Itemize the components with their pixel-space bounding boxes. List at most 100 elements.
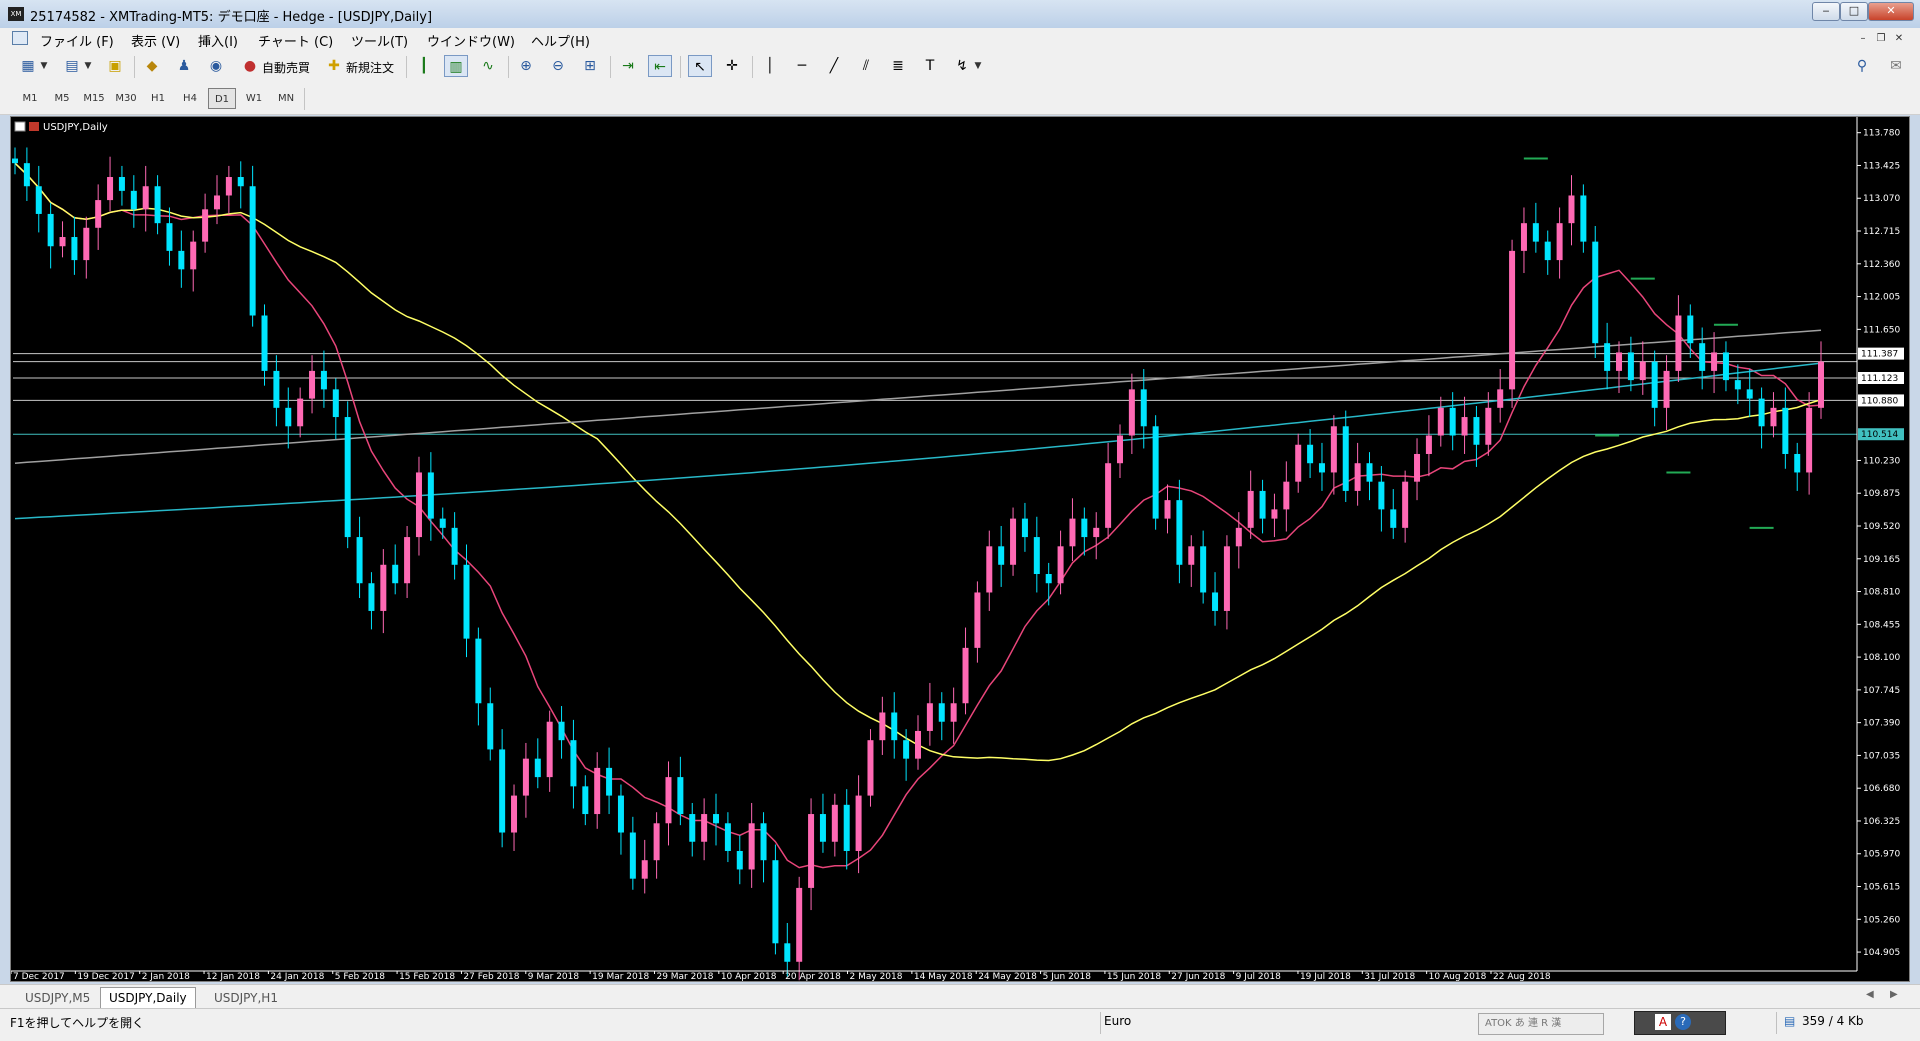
price-tag-label: 110.880 <box>1861 396 1898 406</box>
timeframe-d1[interactable]: D1 <box>208 88 236 109</box>
chart-window[interactable]: 113.780 113.425 113.070 112.715 112.360 112.0… <box>10 116 1910 982</box>
line-chart-icon[interactable]: ∿ <box>476 55 500 77</box>
timeframe-m30[interactable]: M30 <box>112 88 140 109</box>
candlestick-chart-icon[interactable]: ▥ <box>444 55 468 77</box>
ime-toolbar[interactable]: ATOK あ 連 R 漢 <box>1478 1013 1604 1035</box>
candle-body <box>736 850 743 870</box>
zoom-out-icon[interactable]: ⊖ <box>546 55 570 77</box>
status-bar: F1を押してヘルプを開く Euro ATOK あ 連 R 漢 A ? ▤ 359… <box>0 1008 1920 1041</box>
timeframe-h1[interactable]: H1 <box>144 88 172 109</box>
chart-shift-icon[interactable]: ⇤ <box>648 55 672 77</box>
menu-chart[interactable]: チャート (C) <box>258 31 333 50</box>
ime-panel[interactable]: A ? <box>1634 1011 1726 1035</box>
timeframe-m1[interactable]: M1 <box>16 88 44 109</box>
price-axis-label: 105.970 <box>1863 850 1900 860</box>
connection-icon: ▤ <box>1784 1014 1796 1028</box>
ime-mode: ATOK あ 連 R 漢 <box>1485 1018 1562 1029</box>
candle-body <box>748 823 755 870</box>
candle-body <box>118 177 125 191</box>
tab-usdjpy-h1[interactable]: USDJPY,H1 <box>205 987 287 1009</box>
candle-body <box>855 795 862 851</box>
toolbar-separator <box>406 56 407 78</box>
candle-body <box>653 823 660 861</box>
chart-window-icon[interactable] <box>12 31 28 45</box>
tab-scroll-left-icon[interactable]: ◀ <box>1866 989 1874 1000</box>
tile-windows-icon[interactable]: ⊞ <box>578 55 602 77</box>
tab-usdjpy-daily[interactable]: USDJPY,Daily <box>100 987 196 1008</box>
fibonacci-icon[interactable]: ≣ <box>886 55 910 77</box>
timeframe-m15[interactable]: M15 <box>80 88 108 109</box>
timeframe-h4[interactable]: H4 <box>176 88 204 109</box>
menu-insert[interactable]: 挿入(I) <box>198 31 238 50</box>
text-icon[interactable]: T <box>918 55 942 77</box>
menu-tools[interactable]: ツール(T) <box>351 31 408 50</box>
data-window-icon[interactable]: ◆ <box>140 55 164 77</box>
candle-body <box>629 832 636 879</box>
candle-body <box>1604 343 1611 371</box>
auto-scroll-icon[interactable]: ⇥ <box>616 55 640 77</box>
new-order-button[interactable]: 新規注文 <box>346 59 394 76</box>
bar-chart-icon[interactable]: ┃ <box>412 55 436 77</box>
profiles-icon[interactable]: ▤ <box>60 55 84 77</box>
candle-body <box>1485 407 1492 445</box>
new-chart-dropdown-icon[interactable]: ▼ <box>38 55 50 77</box>
menu-bar: ファイル (F) 表示 (V) 挿入(I) チャート (C) ツール(T) ウイ… <box>0 28 1920 51</box>
date-axis-label: 19 Jul 2018 <box>1300 972 1351 981</box>
candle-body <box>1675 315 1682 371</box>
menu-window[interactable]: ウインドウ(W) <box>427 31 515 50</box>
menu-view[interactable]: 表示 (V) <box>131 31 180 50</box>
timeframe-m5[interactable]: M5 <box>48 88 76 109</box>
profile-name[interactable]: Euro <box>1104 1014 1131 1028</box>
horizontal-line-icon[interactable]: ─ <box>790 55 814 77</box>
shapes-icon[interactable]: ↯ <box>950 55 974 77</box>
auto-trading-icon[interactable]: ● <box>238 55 262 77</box>
candle-body <box>1497 389 1504 408</box>
price-axis-label: 107.745 <box>1863 686 1900 696</box>
price-chart[interactable]: 113.780 113.425 113.070 112.715 112.360 112.0… <box>11 117 1909 981</box>
candle-body <box>1544 241 1551 261</box>
trendline-icon[interactable]: ╱ <box>822 55 846 77</box>
candle-body <box>724 823 731 851</box>
candle-body <box>1437 407 1444 436</box>
equidistant-channel-icon[interactable]: ⫽ <box>854 55 878 77</box>
crosshair-icon[interactable]: ✛ <box>720 55 744 77</box>
timeframe-mn[interactable]: MN <box>272 88 300 109</box>
price-axis-label: 113.780 <box>1863 129 1900 139</box>
candle-body <box>1164 500 1171 519</box>
candle-body <box>974 592 981 648</box>
price-tag-label: 111.123 <box>1861 374 1898 384</box>
chat-icon[interactable]: ✉ <box>1884 55 1908 77</box>
mdi-minimize-icon[interactable]: – <box>1856 32 1870 45</box>
menu-file[interactable]: ファイル (F) <box>40 31 114 50</box>
signals-icon[interactable]: ◉ <box>204 55 228 77</box>
tab-usdjpy-m5[interactable]: USDJPY,M5 <box>16 987 99 1009</box>
date-axis-label: 10 Aug 2018 <box>1429 972 1487 981</box>
auto-trading-button[interactable]: 自動売買 <box>262 59 310 76</box>
new-order-icon[interactable]: ✚ <box>322 55 346 77</box>
navigator-icon[interactable]: ♟ <box>172 55 196 77</box>
new-chart-icon[interactable]: ▦ <box>16 55 40 77</box>
maximize-button[interactable]: □ <box>1840 2 1868 21</box>
search-icon[interactable]: ⚲ <box>1850 55 1874 77</box>
candle-body <box>178 250 185 270</box>
menu-help[interactable]: ヘルプ(H) <box>531 31 590 50</box>
market-watch-icon[interactable]: ▣ <box>103 55 127 77</box>
candle-body <box>606 767 613 796</box>
close-button[interactable]: ✕ <box>1868 2 1914 21</box>
shapes-dropdown-icon[interactable]: ▼ <box>972 55 984 77</box>
zoom-in-icon[interactable]: ⊕ <box>514 55 538 77</box>
profiles-dropdown-icon[interactable]: ▼ <box>82 55 94 77</box>
timeframe-w1[interactable]: W1 <box>240 88 268 109</box>
vertical-line-icon[interactable]: │ <box>758 55 782 77</box>
mdi-restore-icon[interactable]: ❐ <box>1874 32 1888 45</box>
candle-body <box>71 237 78 261</box>
toolbar-separator <box>610 56 611 78</box>
date-axis-label: 12 Jan 2018 <box>206 972 260 981</box>
cursor-icon[interactable]: ↖ <box>688 55 712 77</box>
candle-body <box>570 740 577 787</box>
tab-scroll-right-icon[interactable]: ▶ <box>1890 989 1898 1000</box>
candle-body <box>594 767 601 815</box>
minimize-button[interactable]: ‒ <box>1812 2 1840 21</box>
candle-body <box>249 186 256 316</box>
mdi-close-icon[interactable]: ✕ <box>1892 32 1906 45</box>
